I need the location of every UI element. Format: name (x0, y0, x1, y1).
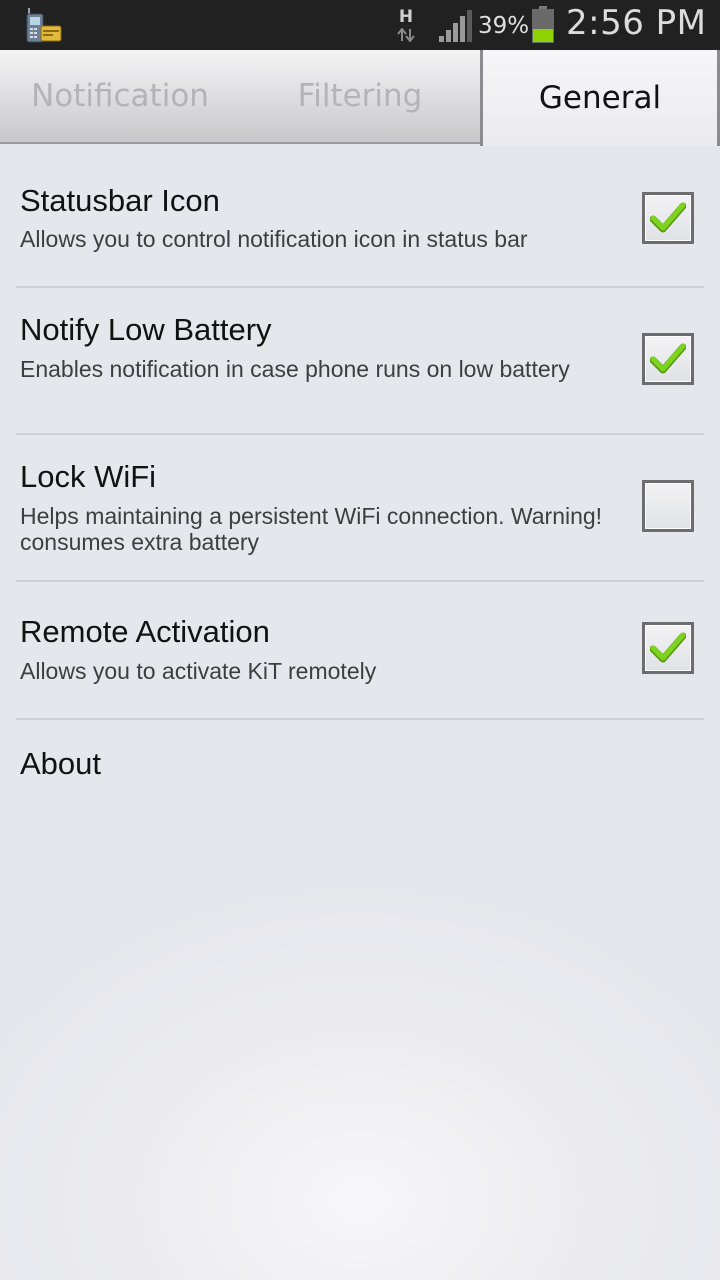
battery-percent: 39% (478, 13, 530, 39)
tab-general[interactable]: General (480, 50, 720, 146)
pref-statusbar-icon[interactable]: Statusbar Icon Allows you to control not… (0, 146, 720, 286)
checkmark-icon (650, 202, 686, 233)
tab-general-label: General (538, 80, 662, 116)
pref-summary: Allows you to activate KiT remotely (20, 658, 377, 684)
tab-bar: Notification Filtering General (0, 50, 720, 146)
tab-notification[interactable]: Notification (0, 50, 240, 144)
signal-strength-icon (439, 10, 472, 42)
pref-title: Statusbar Icon (20, 183, 220, 218)
status-bar: H 39% 2:56 PM (0, 0, 720, 50)
pref-remote-activation[interactable]: Remote Activation Allows you to activate… (0, 582, 720, 718)
checkmark-icon (650, 343, 686, 374)
pref-notify-low-battery[interactable]: Notify Low Battery Enables notification … (0, 288, 720, 434)
pref-summary: Enables notification in case phone runs … (20, 356, 570, 382)
pref-title: Lock WiFi (20, 459, 157, 494)
tab-filtering-label: Filtering (297, 78, 423, 114)
pref-summary: Allows you to control notification icon … (20, 226, 528, 252)
network-type-label: H (398, 7, 414, 27)
tab-filtering[interactable]: Filtering (240, 50, 480, 144)
pref-about[interactable]: About (0, 720, 720, 810)
remote-activation-checkbox[interactable] (642, 622, 694, 674)
lock-wifi-checkbox[interactable] (642, 480, 694, 532)
data-transfer-arrows-icon (397, 28, 415, 42)
pref-title: Remote Activation (20, 614, 270, 649)
pref-summary: Helps maintaining a persistent WiFi conn… (20, 503, 603, 555)
network-type-indicator: H (394, 8, 418, 44)
notify-low-battery-checkbox[interactable] (642, 333, 694, 385)
checkmark-icon (650, 632, 686, 663)
pref-title: Notify Low Battery (20, 312, 272, 347)
pref-lock-wifi[interactable]: Lock WiFi Helps maintaining a persistent… (0, 435, 720, 581)
tab-notification-label: Notification (31, 78, 209, 114)
pref-title: About (20, 746, 102, 781)
kit-app-icon (24, 6, 64, 46)
clock-time: 2:56 PM (566, 3, 707, 43)
statusbar-icon-checkbox[interactable] (642, 192, 694, 244)
battery-icon (532, 6, 554, 43)
